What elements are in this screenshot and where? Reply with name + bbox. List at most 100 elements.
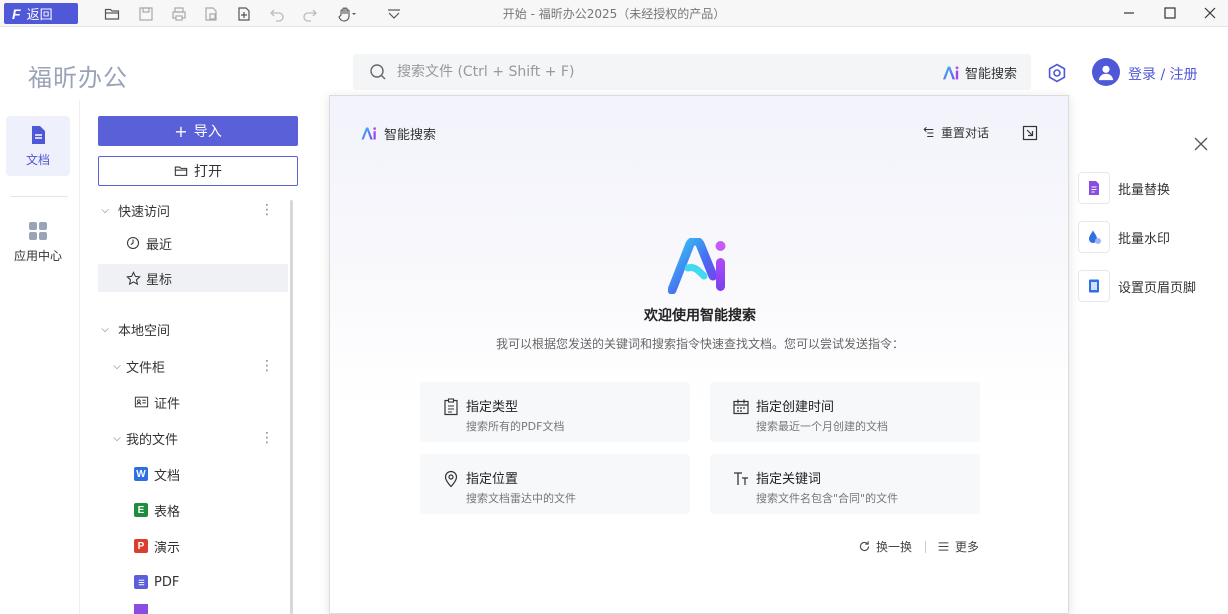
tree-certificate[interactable]: 证件 [98, 388, 288, 416]
maximize-icon[interactable] [1158, 3, 1182, 23]
minimize-icon[interactable] [1117, 3, 1141, 23]
tree-label: 最近 [146, 237, 173, 253]
apps-grid-icon [29, 221, 47, 240]
plus-icon: + [174, 121, 188, 141]
tree-recent[interactable]: 最近 [98, 229, 288, 257]
rail-divider [10, 196, 68, 197]
popup-title-label: 智能搜索 [384, 128, 437, 143]
tree-sheet[interactable]: E 表格 [98, 496, 288, 524]
clock-icon [124, 235, 142, 251]
title-bar: F 返回 开始 - 福昕办公2025（未经授权的产品） [0, 0, 1228, 27]
smart-search-hero-icon [668, 238, 726, 294]
rail-item-documents[interactable]: 文档 [6, 116, 70, 176]
pdf-icon [132, 574, 150, 590]
popup-title: 智能搜索 [360, 124, 436, 143]
user-icon [1098, 65, 1114, 81]
rail-item-app-center[interactable]: 应用中心 [6, 212, 70, 272]
smart-search-popup: 智能搜索 重置对话 欢迎使用智能搜索 我可以根据您发送的关键词和搜索指令快速查找… [329, 95, 1069, 614]
close-window-icon[interactable] [1198, 3, 1222, 23]
calendar-icon [733, 399, 749, 415]
chevron-down-icon: ⌵ [101, 204, 109, 216]
tree-local-space[interactable]: ⌵ 本地空间 [98, 315, 288, 343]
suggestion-card-type[interactable]: 指定类型 搜索所有的PDF文档 [420, 382, 690, 442]
tree-label: 文件柜 [126, 360, 166, 376]
tree-my-files[interactable]: ⌵ 我的文件 ⋮ [98, 424, 288, 452]
rail-item-label: 应用中心 [13, 248, 62, 263]
card-description: 搜索文件名包含"合同"的文件 [756, 492, 899, 505]
window-title: 开始 - 福昕办公2025（未经授权的产品） [502, 7, 726, 21]
search-input[interactable] [397, 54, 897, 90]
tool-label: 设置页眉页脚 [1118, 280, 1197, 296]
sidebar: + 导入 打开 ⌵ 快速访问 ⋮ 最近 星标 ⌵ 本地空间 ⌵ 文件柜 ⋮ 证件… [80, 100, 318, 614]
rail-item-label: 文档 [25, 152, 50, 167]
sidebar-scrollbar[interactable] [290, 200, 293, 614]
tree-label: 我的文件 [126, 432, 179, 448]
refresh-label: 换一换 [876, 540, 913, 554]
chevron-down-icon: ⌵ [113, 360, 121, 372]
welcome-heading: 欢迎使用智能搜索 [644, 308, 756, 324]
smart-search-logo-icon [942, 65, 959, 79]
card-title: 指定创建时间 [756, 400, 835, 415]
tool-batch-watermark[interactable]: 批量水印 [1078, 220, 1170, 254]
tree-label: 文档 [154, 468, 181, 484]
tree-pdf[interactable]: PDF [98, 568, 288, 596]
close-panel-icon[interactable] [1192, 135, 1210, 153]
more-options-icon[interactable]: ⋮ [260, 431, 274, 445]
tree-cabinet[interactable]: ⌵ 文件柜 ⋮ [98, 352, 288, 380]
header-footer-icon [1078, 270, 1110, 302]
tool-label: 批量水印 [1118, 231, 1171, 247]
refresh-suggestions-button[interactable]: 换一换 [858, 538, 912, 555]
card-title: 指定类型 [466, 400, 519, 415]
smart-search-logo-icon [361, 127, 376, 140]
image-icon [132, 604, 150, 614]
batch-watermark-icon [1078, 221, 1110, 253]
more-options-icon[interactable]: ⋮ [260, 359, 274, 373]
list-icon [938, 542, 949, 551]
tree-label: 表格 [154, 504, 181, 520]
tree-slides[interactable]: P 演示 [98, 532, 288, 560]
app-title: 福昕办公 [28, 64, 128, 92]
more-options-icon[interactable]: ⋮ [260, 203, 274, 217]
open-button[interactable]: 打开 [98, 156, 298, 186]
login-register-link[interactable]: 登录 / 注册 [1128, 64, 1198, 84]
star-icon [124, 270, 142, 286]
tool-header-footer[interactable]: 设置页眉页脚 [1078, 269, 1196, 303]
chevron-down-icon: ⌵ [113, 432, 121, 444]
suggestion-card-keyword[interactable]: 指定关键词 搜索文件名包含"合同"的文件 [710, 454, 980, 514]
card-title: 指定位置 [466, 472, 519, 487]
import-button[interactable]: + 导入 [98, 116, 298, 146]
tree-label: 证件 [154, 396, 181, 412]
avatar[interactable] [1092, 58, 1120, 86]
document-list-icon [444, 398, 458, 416]
tree-doc[interactable]: W 文档 [98, 460, 288, 488]
tool-label: 批量替换 [1118, 182, 1171, 198]
reset-icon [923, 126, 934, 137]
smart-search-label: 智能搜索 [964, 67, 1017, 82]
tree-label: 演示 [154, 540, 181, 556]
smart-search-button[interactable]: 智能搜索 [941, 63, 1017, 82]
reset-chat-label: 重置对话 [941, 126, 990, 140]
tree-label: 星标 [146, 272, 173, 288]
intro-text: 我可以根据您发送的关键词和搜索指令快速查找文档。您可以尝试发送指令： [495, 337, 904, 351]
collapse-popup-icon[interactable] [1022, 125, 1038, 141]
reset-chat-button[interactable]: 重置对话 [922, 124, 989, 141]
tool-batch-replace[interactable]: 批量替换 [1078, 171, 1170, 205]
tree-quick-access[interactable]: ⌵ 快速访问 ⋮ [98, 196, 288, 224]
card-title: 指定关键词 [756, 472, 822, 487]
search-box[interactable]: 智能搜索 [353, 54, 1031, 90]
document-icon [32, 125, 45, 144]
suggestion-card-location[interactable]: 指定位置 搜索文档雷达中的文件 [420, 454, 690, 514]
tree-starred[interactable]: 星标 [98, 264, 288, 292]
suggestion-card-created-time[interactable]: 指定创建时间 搜索最近一个月创建的文档 [710, 382, 980, 442]
location-pin-icon [444, 470, 458, 488]
tree-more-partial [98, 604, 288, 614]
ppt-icon: P [132, 538, 150, 554]
card-description: 搜索所有的PDF文档 [466, 420, 565, 433]
word-icon: W [132, 466, 150, 482]
settings-icon[interactable] [1046, 62, 1068, 84]
refresh-icon [859, 541, 870, 552]
more-label: 更多 [955, 540, 980, 554]
tree-label: 快速访问 [118, 204, 171, 220]
more-suggestions-button[interactable]: 更多 [937, 538, 979, 555]
id-card-icon [132, 394, 150, 410]
